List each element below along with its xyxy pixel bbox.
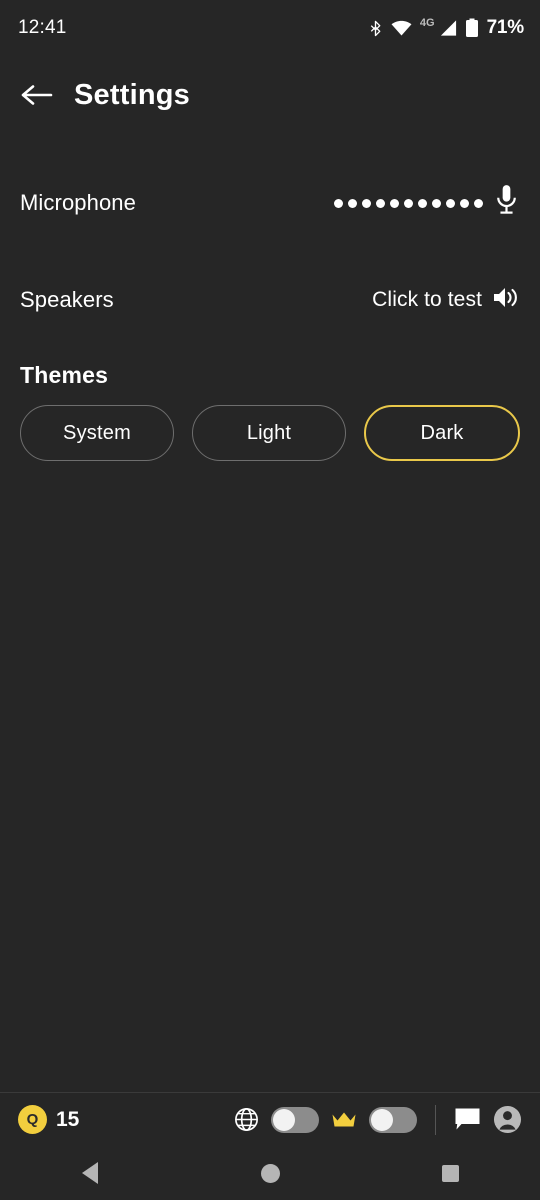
speakers-test-label: Click to test [372, 288, 482, 311]
microphone-label: Microphone [20, 190, 136, 215]
network-type-label: 4G [419, 17, 435, 29]
status-time: 12:41 [18, 17, 67, 38]
page-title: Settings [74, 78, 190, 111]
globe-toggle-knob [273, 1108, 295, 1131]
speaker-icon[interactable] [492, 285, 520, 315]
themes-chip-row: System Light Dark [20, 405, 520, 461]
nav-back-icon[interactable] [55, 1153, 125, 1193]
coin-count: 15 [56, 1107, 80, 1131]
microphone-level-meter [334, 198, 483, 208]
user-avatar-icon[interactable] [493, 1105, 522, 1134]
coin-balance[interactable]: Q 15 [18, 1105, 79, 1134]
globe-icon[interactable] [234, 1107, 259, 1132]
crown-toggle[interactable] [369, 1106, 417, 1133]
battery-percentage: 71% [486, 17, 525, 38]
coin-icon: Q [18, 1105, 47, 1134]
speakers-label: Speakers [20, 287, 114, 312]
theme-chip-light[interactable]: Light [192, 405, 346, 461]
app-header: Settings [0, 56, 540, 118]
microphone-level-dot [404, 198, 413, 208]
back-arrow-icon[interactable] [20, 78, 54, 112]
bottom-bar-divider [435, 1104, 436, 1135]
globe-toggle[interactable] [271, 1106, 319, 1133]
microphone-level-dot [446, 198, 455, 208]
wifi-icon [391, 20, 412, 37]
microphone-level-dot [334, 198, 343, 208]
speakers-value[interactable]: Click to test [372, 285, 520, 315]
microphone-value [334, 184, 520, 222]
chat-bubble-icon[interactable] [454, 1107, 481, 1132]
themes-section-title: Themes [20, 362, 109, 388]
status-icon-group: 4G 71% [367, 17, 524, 39]
settings-content: Microphone Speakers Click to test Themes… [0, 173, 540, 461]
microphone-row[interactable]: Microphone [20, 173, 520, 233]
bottom-bar-controls [234, 1104, 522, 1135]
microphone-level-dot [376, 198, 385, 208]
microphone-level-dot [390, 198, 399, 208]
microphone-level-dot [418, 198, 427, 208]
crown-icon[interactable] [331, 1110, 357, 1130]
microphone-level-dot [348, 198, 357, 208]
microphone-level-dot [474, 198, 483, 208]
bluetooth-icon [367, 19, 384, 38]
speakers-row[interactable]: Speakers Click to test [20, 270, 520, 330]
theme-chip-dark[interactable]: Dark [364, 405, 520, 461]
bottom-action-bar: Q 15 [0, 1092, 540, 1146]
microphone-icon[interactable] [493, 184, 520, 222]
android-nav-bar [0, 1146, 540, 1200]
crown-toggle-knob [371, 1108, 393, 1131]
microphone-level-dot [432, 198, 441, 208]
cellular-signal-icon [439, 19, 458, 37]
nav-home-icon[interactable] [235, 1153, 305, 1193]
theme-chip-system[interactable]: System [20, 405, 174, 461]
status-bar: 12:41 4G 71% [0, 0, 540, 56]
battery-icon [465, 18, 479, 38]
nav-recents-icon[interactable] [415, 1153, 485, 1193]
microphone-level-dot [362, 198, 371, 208]
microphone-level-dot [460, 198, 469, 208]
